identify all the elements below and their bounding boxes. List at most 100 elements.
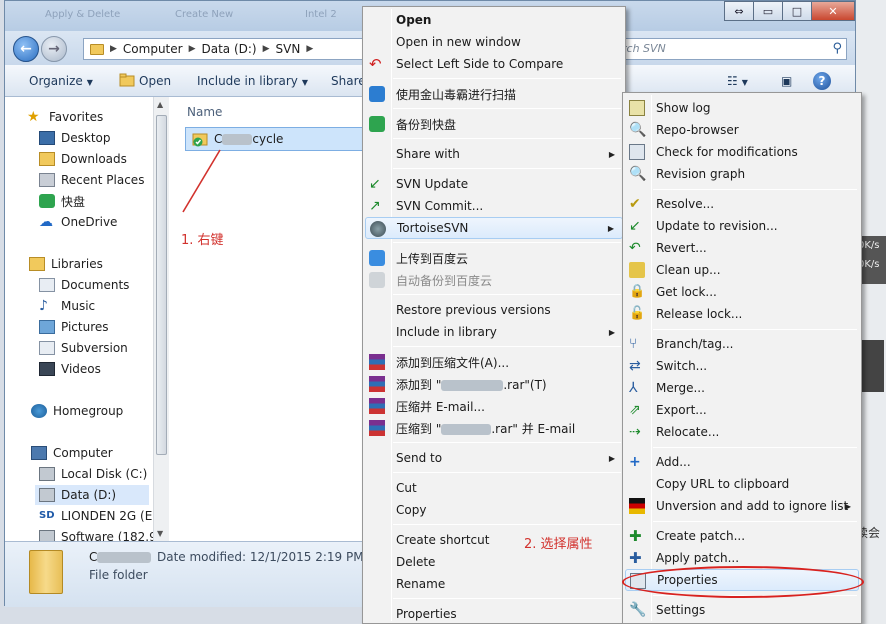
menu-item-properties[interactable]: Properties	[365, 603, 623, 624]
menu-item-copy-url[interactable]: Copy URL to clipboard	[625, 473, 859, 495]
menu-item-include-in-library[interactable]: Include in library ▶	[365, 321, 623, 343]
scroll-up-icon[interactable]: ▲	[157, 100, 163, 109]
cloud-icon: ☁	[39, 214, 53, 230]
revert-icon: ↶	[629, 240, 641, 256]
homegroup-icon	[31, 404, 47, 418]
menu-item-auto-backup-baidu[interactable]: 自动备份到百度云	[365, 269, 623, 291]
dropdown-caret-icon: ▼	[86, 78, 93, 87]
maximize-button[interactable]: □	[782, 1, 812, 21]
restore-down-icon[interactable]: ⇔	[724, 1, 754, 21]
menu-item-svn-update[interactable]: ↙ SVN Update	[365, 173, 623, 195]
breadcrumb-svn[interactable]: SVN	[276, 42, 301, 56]
menu-item-get-lock[interactable]: 🔒 Get lock...	[625, 281, 859, 303]
menu-item-settings[interactable]: 🔧 Settings	[625, 599, 859, 621]
column-header-name[interactable]: Name	[187, 105, 222, 119]
menu-item-merge[interactable]: ⅄ Merge...	[625, 377, 859, 399]
menu-item-branch-tag[interactable]: ⑂ Branch/tag...	[625, 333, 859, 355]
menu-item-create-patch[interactable]: ✚ Create patch...	[625, 525, 859, 547]
menu-item-jinshan-scan[interactable]: 使用金山毒霸进行扫描	[365, 83, 623, 105]
menu-item-svn-commit[interactable]: ↗ SVN Commit...	[365, 195, 623, 217]
file-name-prefix: C	[214, 132, 223, 146]
breadcrumb-data-d[interactable]: Data (D:)	[202, 42, 257, 56]
scrollbar-thumb[interactable]	[156, 115, 167, 455]
menu-label: Merge...	[656, 381, 705, 395]
details-date-modified: Date modified: 12/1/2015 2:19 PM	[157, 550, 364, 564]
svn-folder-icon	[192, 133, 208, 147]
menu-item-compress-to-email[interactable]: 压缩到 " .rar" 并 E-mail	[365, 417, 623, 439]
menu-item-restore-versions[interactable]: Restore previous versions	[365, 299, 623, 321]
include-in-library-label: Include in library	[197, 74, 298, 88]
menu-item-relocate[interactable]: ⇢ Relocate...	[625, 421, 859, 443]
menu-item-send-to[interactable]: Send to ▶	[365, 447, 623, 469]
menu-item-upload-baidu[interactable]: 上传到百度云	[365, 247, 623, 269]
menu-item-add[interactable]: + Add...	[625, 451, 859, 473]
menu-item-compress-email[interactable]: 压缩并 E-mail...	[365, 395, 623, 417]
menu-item-delete[interactable]: Delete	[365, 551, 623, 573]
forward-arrow-icon: →	[48, 41, 60, 57]
drive-icon	[39, 488, 55, 502]
search-icon: ⚲	[832, 41, 842, 56]
menu-item-show-log[interactable]: Show log	[625, 97, 859, 119]
menu-item-revision-graph[interactable]: 🔍 Revision graph	[625, 163, 859, 185]
menu-item-check-modifications[interactable]: Check for modifications	[625, 141, 859, 163]
branch-icon: ⑂	[629, 336, 638, 352]
menu-item-add-archive[interactable]: 添加到压缩文件(A)...	[365, 351, 623, 373]
minimize-button[interactable]: ▭	[753, 1, 783, 21]
include-in-library-button[interactable]: Include in library ▼	[197, 74, 308, 88]
baidu-cloud-icon	[369, 250, 385, 266]
menu-item-update-to-revision[interactable]: ↙ Update to revision...	[625, 215, 859, 237]
nav-scrollbar[interactable]: ▲ ▼	[153, 97, 169, 541]
menu-item-open-new-window[interactable]: Open in new window	[365, 31, 623, 53]
share-with-button[interactable]: Share	[331, 74, 366, 88]
view-options-button[interactable]: ☷ ▼	[727, 74, 748, 88]
menu-item-rename[interactable]: Rename	[365, 573, 623, 595]
open-button[interactable]: Open	[139, 74, 171, 88]
label-part: .rar" 并 E-mail	[491, 421, 576, 436]
menu-item-export[interactable]: ⇗ Export...	[625, 399, 859, 421]
menu-label: Switch...	[656, 359, 708, 373]
preview-pane-button[interactable]: ▣	[781, 74, 792, 88]
help-icon[interactable]: ?	[813, 72, 831, 90]
kuaipan-icon	[39, 194, 55, 208]
scroll-down-icon[interactable]: ▼	[157, 529, 163, 538]
nav-data-d[interactable]: Data (D:)	[35, 485, 149, 505]
blurred-text	[441, 423, 492, 435]
menu-item-add-to-rar[interactable]: 添加到 " .rar"(T)	[365, 373, 623, 395]
create-patch-icon: ✚	[629, 527, 642, 545]
nav-label: Desktop	[61, 131, 111, 145]
menu-item-clean-up[interactable]: Clean up...	[625, 259, 859, 281]
menu-item-repo-browser[interactable]: 🔍 Repo-browser	[625, 119, 859, 141]
title-faded-text: Create New	[175, 9, 234, 20]
organize-button[interactable]: Organize ▼	[29, 74, 93, 88]
menu-item-release-lock[interactable]: 🔓 Release lock...	[625, 303, 859, 325]
menu-label: Select Left Side to Compare	[396, 57, 564, 71]
menu-label: Relocate...	[656, 425, 720, 439]
close-button[interactable]: ✕	[811, 1, 855, 21]
dropdown-caret-icon: ▼	[301, 78, 309, 87]
menu-item-switch[interactable]: ⇄ Switch...	[625, 355, 859, 377]
details-name: C	[89, 550, 152, 564]
menu-separator	[393, 108, 621, 109]
unlock-icon: 🔓	[629, 306, 646, 321]
menu-item-copy[interactable]: Copy	[365, 499, 623, 521]
menu-item-share-with[interactable]: Share with ▶	[365, 143, 623, 165]
menu-label: Update to revision...	[656, 219, 778, 233]
back-button[interactable]: ←	[13, 36, 39, 62]
dropdown-caret-icon: ▼	[741, 78, 748, 87]
menu-item-select-left-compare[interactable]: ↶ Select Left Side to Compare	[365, 53, 623, 75]
menu-item-resolve[interactable]: ✔ Resolve...	[625, 193, 859, 215]
title-faded-text: Intel 2	[305, 9, 337, 20]
menu-item-unversion-ignore[interactable]: Unversion and add to ignore list ▶	[625, 495, 859, 517]
menu-item-open[interactable]: Open	[365, 9, 623, 31]
menu-item-tortoisesvn[interactable]: TortoiseSVN ▶	[365, 217, 623, 239]
file-item-selected-folder[interactable]: Ccycle	[185, 127, 371, 151]
videos-icon	[39, 362, 55, 376]
menu-label: Show log	[656, 101, 711, 115]
breadcrumb-computer[interactable]: Computer	[123, 42, 183, 56]
search-input[interactable]: rch SVN ⚲	[615, 38, 847, 60]
menu-item-revert[interactable]: ↶ Revert...	[625, 237, 859, 259]
ignore-icon	[629, 498, 645, 514]
menu-item-cut[interactable]: Cut	[365, 477, 623, 499]
menu-item-backup-kuaipan[interactable]: 备份到快盘	[365, 113, 623, 135]
forward-button[interactable]: →	[41, 36, 67, 62]
